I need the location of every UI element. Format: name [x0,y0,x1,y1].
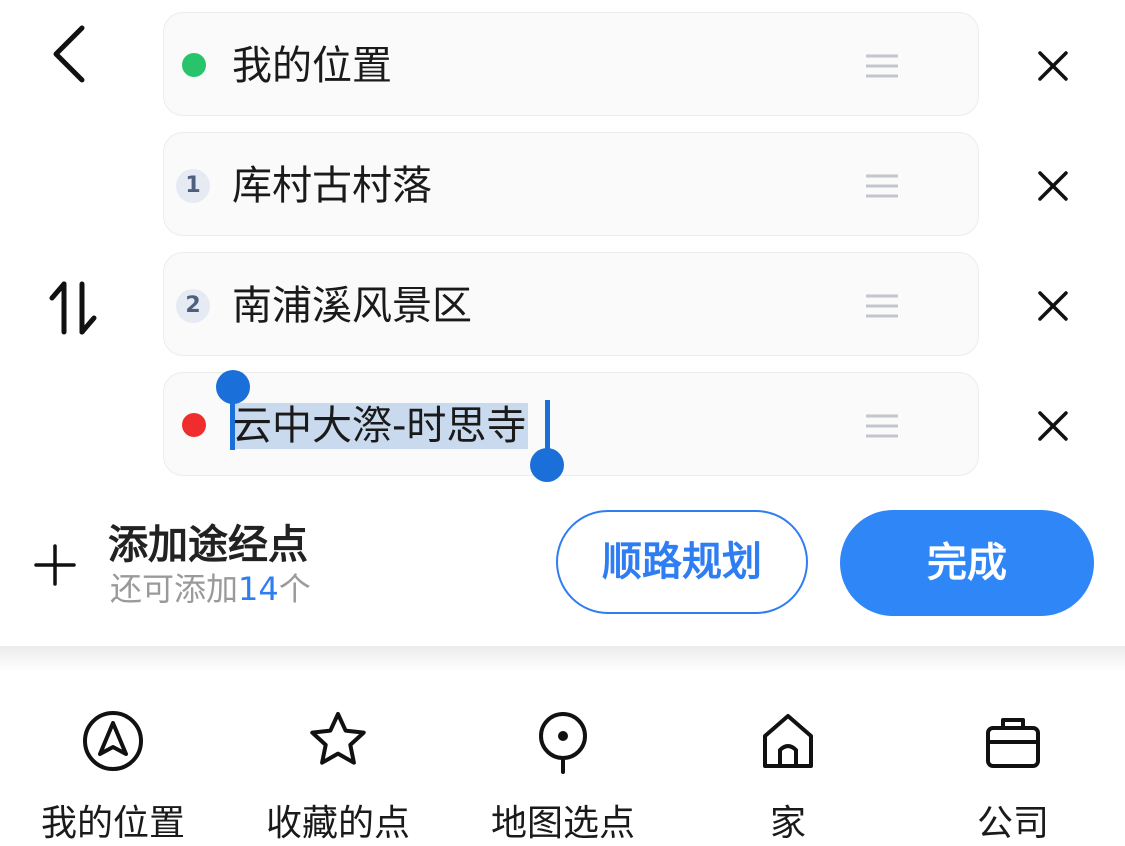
map-pin-icon [539,712,587,774]
destination-dot-icon [182,413,206,437]
nav-label: 家 [769,803,806,844]
panel-divider-shadow [0,646,1125,672]
remove-stop-icon[interactable] [1030,403,1076,449]
selection-end-cursor [545,400,550,450]
nav-item-pick-on-map[interactable]: 地图选点 [478,700,648,844]
star-icon [310,712,366,765]
waypoint-number-badge: 1 [176,169,210,203]
route-stop-origin[interactable]: 我的位置 [163,12,979,116]
add-waypoint-remaining: 还可添加14个 [110,564,311,610]
drag-handle-icon[interactable] [864,173,900,199]
back-chevron-icon[interactable] [46,22,96,86]
remove-stop-icon[interactable] [1030,43,1076,89]
route-planning-button[interactable]: 顺路规划 [556,510,808,614]
stop-label: 库村古村落 [232,163,432,209]
briefcase-icon [986,718,1040,768]
destination-input-selected-text[interactable]: 云中大漈-时思寺 [230,403,529,449]
nav-label: 收藏的点 [265,803,410,844]
nav-item-home[interactable]: 家 [703,700,873,844]
nav-label: 我的位置 [40,803,185,844]
nav-item-company[interactable]: 公司 [928,700,1098,844]
waypoint-number-badge: 2 [176,289,210,323]
nav-item-my-location[interactable]: 我的位置 [28,700,198,844]
route-stop-waypoint-2[interactable]: 2 南浦溪风景区 [163,252,979,356]
remaining-count: 14 [238,570,279,608]
nav-label: 地图选点 [490,803,635,844]
selection-start-handle[interactable] [216,370,250,404]
remaining-suffix: 个 [278,570,311,608]
route-stop-destination[interactable]: 云中大漈-时思寺 [163,372,979,476]
drag-handle-icon[interactable] [864,53,900,79]
add-waypoint-plus-icon[interactable] [30,540,80,590]
selection-end-handle[interactable] [530,448,564,482]
home-icon [763,714,813,768]
add-waypoint-title[interactable]: 添加途经点 [108,512,308,570]
done-button[interactable]: 完成 [840,510,1094,616]
drag-handle-icon[interactable] [864,293,900,319]
origin-dot-icon [182,53,206,77]
stop-label: 南浦溪风景区 [232,283,472,329]
selection-start-cursor [230,400,235,450]
navigation-arrow-icon [83,711,143,771]
remove-stop-icon[interactable] [1030,283,1076,329]
nav-item-favorites[interactable]: 收藏的点 [253,700,423,844]
stop-label: 我的位置 [232,43,392,89]
drag-handle-icon[interactable] [864,413,900,439]
route-stop-waypoint-1[interactable]: 1 库村古村落 [163,132,979,236]
remove-stop-icon[interactable] [1030,163,1076,209]
remaining-prefix: 还可添加 [110,570,239,608]
nav-label: 公司 [976,803,1049,844]
swap-direction-icon[interactable] [48,280,98,336]
